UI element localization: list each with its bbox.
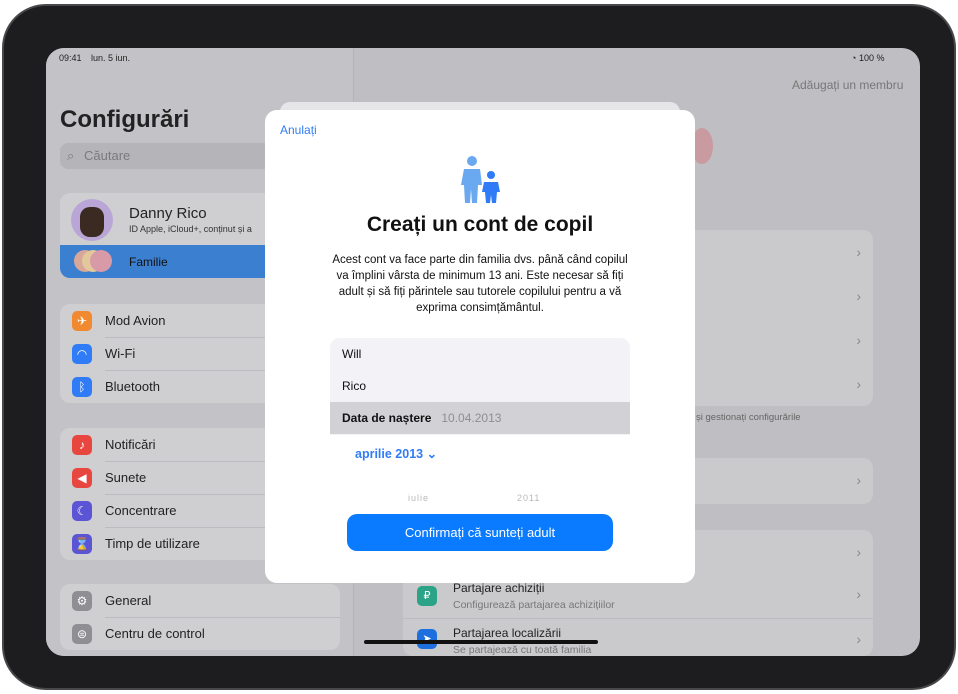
page-title: Configurări bbox=[60, 106, 190, 133]
picker-year[interactable]: 2011 bbox=[517, 493, 540, 503]
cancel-button[interactable]: Anulați bbox=[280, 123, 317, 137]
moon-icon: ☾ bbox=[72, 501, 92, 521]
profile-subtitle: ID Apple, iCloud+, conținut și a bbox=[129, 224, 252, 234]
modal-title: Creați un cont de copil bbox=[366, 213, 594, 236]
purchase-icon: ₽ bbox=[417, 586, 437, 606]
toggles-icon: ⊜ bbox=[72, 624, 92, 644]
hourglass-icon: ⌛ bbox=[72, 534, 92, 554]
last-name-field[interactable]: Rico bbox=[330, 370, 630, 402]
family-avatars-icon bbox=[74, 250, 114, 272]
parent-child-icon bbox=[461, 156, 500, 203]
airplane-icon: ✈ bbox=[72, 311, 92, 331]
bell-icon: ♪ bbox=[72, 435, 92, 455]
create-child-account-modal: Anulați Creați un cont de copil Acest co… bbox=[265, 110, 695, 583]
battery-level: 100 % bbox=[858, 53, 885, 63]
status-date: lun. 5 iun. bbox=[91, 53, 131, 63]
sidebar-item-label: Concentrare bbox=[105, 503, 177, 518]
month-year-label: aprilie 2013 bbox=[355, 447, 424, 461]
home-indicator[interactable] bbox=[364, 640, 598, 644]
sidebar-item-centru-de-control[interactable]: ⊜ Centru de control bbox=[60, 617, 340, 650]
chevron-down-icon: ⌄ bbox=[426, 447, 438, 461]
status-battery: ◔ 100 % bbox=[851, 53, 885, 63]
search-icon: ⌕ bbox=[67, 148, 75, 163]
sidebar-item-label: Mod Avion bbox=[105, 313, 166, 328]
location-sharing-row[interactable]: ➤ Partajarea localizării Se partajează c… bbox=[403, 618, 873, 656]
sidebar-item-label: Centru de control bbox=[105, 626, 205, 641]
wifi-icon: ◠ bbox=[72, 344, 92, 364]
family-label: Familie bbox=[129, 255, 168, 269]
gear-icon: ⚙ bbox=[72, 591, 92, 611]
detail-footer-note: s. și gestionați configurările bbox=[686, 412, 801, 423]
sidebar-item-label: Sunete bbox=[105, 470, 147, 485]
avatar bbox=[71, 199, 113, 241]
month-year-selector[interactable]: aprilie 2013 ⌄ bbox=[355, 446, 437, 461]
purchase-subtitle: Configurează partajarea achizițiilor bbox=[453, 599, 615, 611]
first-name-field[interactable]: Will bbox=[330, 338, 630, 370]
sidebar-item-label: Bluetooth bbox=[105, 379, 160, 394]
sidebar-item-label: General bbox=[105, 593, 152, 608]
child-info-form: Will Rico Data de naștere 10.04.2013 bbox=[330, 338, 630, 435]
birthdate-value: 10.04.2013 bbox=[441, 411, 502, 425]
birthdate-field[interactable]: Data de naștere 10.04.2013 bbox=[330, 402, 630, 434]
status-time: 09:41 bbox=[59, 53, 82, 63]
picker-month[interactable]: iulie bbox=[408, 493, 429, 503]
modal-description: Acest cont va face parte din familia dvs… bbox=[332, 254, 628, 314]
speaker-icon: ◀ bbox=[72, 468, 92, 488]
bluetooth-icon: ᛒ bbox=[72, 377, 92, 397]
location-title: Partajarea localizării bbox=[453, 626, 562, 640]
search-placeholder: Căutare bbox=[84, 148, 131, 163]
general-group: ⚙ General ⊜ Centru de control bbox=[60, 584, 340, 650]
add-member-button[interactable]: Adăugați un membru bbox=[792, 78, 903, 92]
birthdate-label: Data de naștere bbox=[342, 411, 432, 425]
confirm-adult-button[interactable]: Confirmați că sunteți adult bbox=[347, 514, 613, 551]
sidebar-item-label: Notificări bbox=[105, 437, 156, 452]
purchase-title: Partajare achiziții bbox=[453, 581, 545, 595]
sidebar-item-general[interactable]: ⚙ General bbox=[60, 584, 340, 617]
location-arrow-icon: ➤ bbox=[417, 629, 437, 649]
sidebar-item-label: Wi-Fi bbox=[105, 346, 136, 361]
sidebar-item-label: Timp de utilizare bbox=[105, 536, 200, 551]
profile-name: Danny Rico bbox=[129, 205, 207, 222]
location-subtitle: Se partajează cu toată familia bbox=[453, 644, 592, 656]
